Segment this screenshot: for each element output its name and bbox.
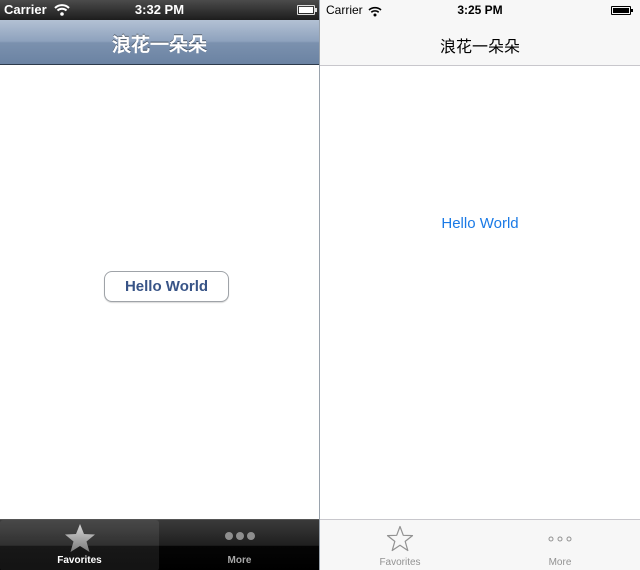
status-bar: Carrier 3:32 PM <box>0 0 319 20</box>
tab-more[interactable]: More <box>160 520 319 570</box>
star-outline-icon <box>320 525 480 558</box>
clock: 3:32 PM <box>134 2 185 17</box>
tab-favorites[interactable]: Favorites <box>0 520 159 570</box>
nav-title: 浪花一朵朵 <box>111 35 207 56</box>
tab-more[interactable]: More <box>480 520 640 570</box>
tab-bar: Favorites More <box>0 519 319 570</box>
hello-world-button[interactable]: Hello World <box>104 271 229 302</box>
tab-label: Favorites <box>57 555 102 566</box>
tab-label: More <box>548 557 572 568</box>
clock: 3:25 PM <box>457 3 503 17</box>
tab-label: Favorites <box>379 557 421 568</box>
battery-icon <box>611 6 633 15</box>
navigation-bar: 浪花一朵朵 <box>320 20 640 66</box>
navigation-bar: 浪花一朵朵 <box>0 20 319 65</box>
hello-world-button[interactable]: Hello World <box>430 214 530 234</box>
battery-icon <box>297 5 317 15</box>
status-bar: Carrier 3:25 PM <box>320 0 640 20</box>
ios6-screen: Carrier 3:32 PM 浪花一朵朵 Hello World Favori… <box>0 0 319 570</box>
tab-label: More <box>227 555 252 566</box>
ios7-screen: Carrier 3:25 PM 浪花一朵朵 Hello World Favori… <box>320 0 640 570</box>
more-outline-icon <box>480 525 640 550</box>
nav-title: 浪花一朵朵 <box>439 39 520 56</box>
tab-bar: Favorites More <box>320 519 640 570</box>
more-icon <box>160 523 319 550</box>
star-icon <box>0 523 159 558</box>
tab-favorites[interactable]: Favorites <box>320 520 480 570</box>
